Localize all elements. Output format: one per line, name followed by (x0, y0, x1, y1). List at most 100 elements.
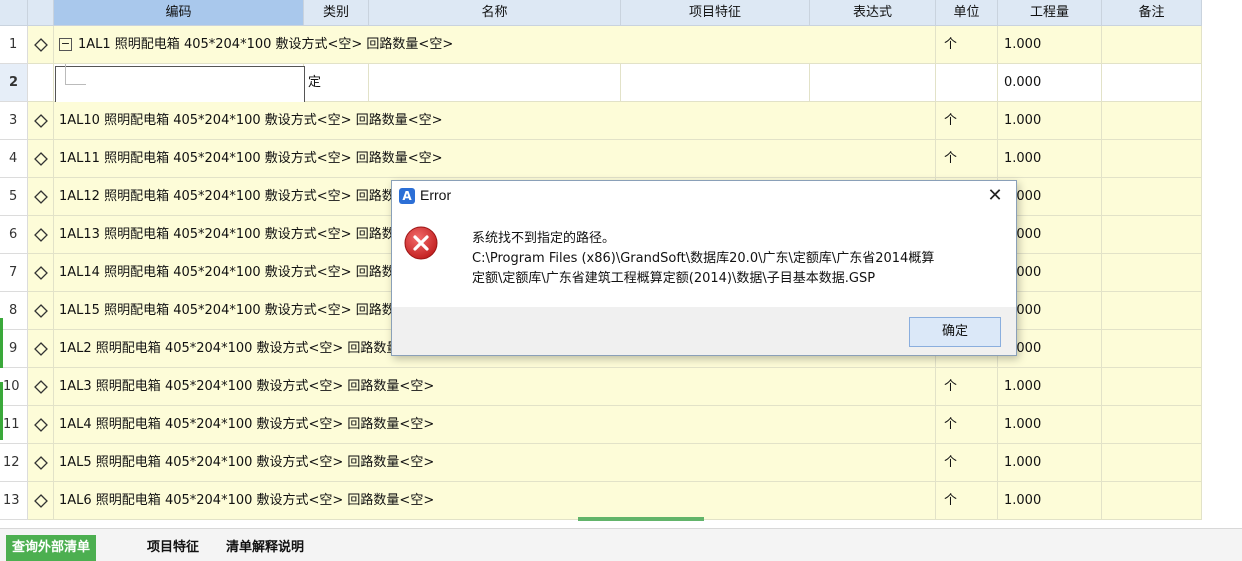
diamond-outline-icon (28, 26, 54, 64)
unit-cell[interactable] (936, 64, 998, 102)
row-number: 6 (0, 216, 28, 254)
note-cell[interactable] (1102, 368, 1202, 406)
row-indicator-bar (0, 318, 3, 368)
dialog-body: A Error ✕ 系统找不到指定的路径。 C:\Program Files (… (392, 181, 1016, 307)
row-number: 8 (0, 292, 28, 330)
diamond-outline-icon (28, 444, 54, 482)
header-feature[interactable]: 项目特征 (621, 0, 810, 26)
code-edit-input[interactable] (55, 66, 305, 103)
diamond-outline-icon (28, 140, 54, 178)
row-number: 5 (0, 178, 28, 216)
header-corner (0, 0, 28, 26)
row-text[interactable]: 1AL3 照明配电箱 405*204*100 敷设方式<空> 回路数量<空> (54, 368, 936, 406)
unit-cell[interactable]: 个 (936, 140, 998, 178)
note-cell[interactable] (1102, 444, 1202, 482)
expression-cell[interactable] (810, 64, 936, 102)
feature-cell[interactable] (621, 64, 810, 102)
tab-item-features[interactable]: 项目特征 (141, 535, 205, 561)
note-cell[interactable] (1102, 140, 1202, 178)
note-cell[interactable] (1102, 254, 1202, 292)
row-text[interactable]: 1AL5 照明配电箱 405*204*100 敷设方式<空> 回路数量<空> (54, 444, 936, 482)
row-summary[interactable]: −1AL1 照明配电箱 405*204*100 敷设方式<空> 回路数量<空> (54, 26, 936, 64)
diamond-outline-icon (28, 216, 54, 254)
marker-cell (28, 64, 54, 102)
table-row[interactable]: 11 1AL4 照明配电箱 405*204*100 敷设方式<空> 回路数量<空… (0, 406, 1202, 444)
close-icon[interactable]: ✕ (984, 185, 1006, 207)
row-text: 1AL1 照明配电箱 405*204*100 敷设方式<空> 回路数量<空> (78, 37, 454, 52)
note-cell[interactable] (1102, 26, 1202, 64)
tab-list-explanation[interactable]: 清单解释说明 (220, 535, 310, 561)
row-number: 10 (0, 368, 28, 406)
note-cell[interactable] (1102, 482, 1202, 520)
quantity-cell[interactable]: 1.000 (998, 368, 1102, 406)
tab-query-external-list[interactable]: 查询外部清单 (6, 535, 97, 561)
row-number: 2 (0, 64, 28, 102)
table-row[interactable]: 1 −1AL1 照明配电箱 405*204*100 敷设方式<空> 回路数量<空… (0, 26, 1202, 64)
table-row[interactable]: 13 1AL6 照明配电箱 405*204*100 敷设方式<空> 回路数量<空… (0, 482, 1202, 520)
quantity-cell[interactable]: 1.000 (998, 406, 1102, 444)
note-cell[interactable] (1102, 64, 1202, 102)
ok-button[interactable]: 确定 (909, 317, 1001, 347)
header-note[interactable]: 备注 (1102, 0, 1202, 26)
header-name[interactable]: 名称 (369, 0, 621, 26)
diamond-outline-icon (28, 482, 54, 520)
header-code[interactable]: 编码 (54, 0, 304, 26)
quantity-cell[interactable]: 1.000 (998, 482, 1102, 520)
message-line: C:\Program Files (x86)\GrandSoft\数据库20.0… (472, 251, 935, 266)
diamond-outline-icon (28, 254, 54, 292)
note-cell[interactable] (1102, 330, 1202, 368)
note-cell[interactable] (1102, 102, 1202, 140)
category-cell[interactable]: 定 (304, 64, 369, 102)
row-number: 3 (0, 102, 28, 140)
unit-cell[interactable]: 个 (936, 26, 998, 64)
name-cell[interactable] (369, 64, 621, 102)
row-text[interactable]: 1AL6 照明配电箱 405*204*100 敷设方式<空> 回路数量<空> (54, 482, 936, 520)
app-icon: A (399, 188, 415, 204)
minus-box-icon[interactable]: − (59, 38, 72, 51)
diamond-outline-icon (28, 178, 54, 216)
bottom-tab-bar: 查询外部清单 项目特征 清单解释说明 (0, 528, 1242, 561)
table-row[interactable]: 12 1AL5 照明配电箱 405*204*100 敷设方式<空> 回路数量<空… (0, 444, 1202, 482)
header-expression[interactable]: 表达式 (810, 0, 936, 26)
message-line: 定额\定额库\广东省建筑工程概算定额(2014)\数据\子目基本数据.GSP (472, 271, 876, 286)
table-row[interactable]: 4 1AL11 照明配电箱 405*204*100 敷设方式<空> 回路数量<空… (0, 140, 1202, 178)
note-cell[interactable] (1102, 406, 1202, 444)
row-number: 4 (0, 140, 28, 178)
unit-cell[interactable]: 个 (936, 444, 998, 482)
diamond-outline-icon (28, 292, 54, 330)
header-quantity[interactable]: 工程量 (998, 0, 1102, 26)
quantity-cell[interactable]: 1.000 (998, 444, 1102, 482)
row-number: 1 (0, 26, 28, 64)
unit-cell[interactable]: 个 (936, 368, 998, 406)
table-row[interactable]: 10 1AL3 照明配电箱 405*204*100 敷设方式<空> 回路数量<空… (0, 368, 1202, 406)
splitter-handle[interactable] (578, 517, 704, 521)
message-line: 系统找不到指定的路径。 (472, 231, 616, 246)
quantity-cell[interactable]: 1.000 (998, 26, 1102, 64)
header-unit[interactable]: 单位 (936, 0, 998, 26)
header-category[interactable]: 类别 (304, 0, 369, 26)
error-message: 系统找不到指定的路径。 C:\Program Files (x86)\Grand… (472, 229, 1012, 289)
tree-connector (65, 64, 86, 85)
note-cell[interactable] (1102, 216, 1202, 254)
quantity-cell[interactable]: 1.000 (998, 140, 1102, 178)
table-row[interactable]: 3 1AL10 照明配电箱 405*204*100 敷设方式<空> 回路数量<空… (0, 102, 1202, 140)
row-number: 9 (0, 330, 28, 368)
diamond-outline-icon (28, 330, 54, 368)
row-text[interactable]: 1AL10 照明配电箱 405*204*100 敷设方式<空> 回路数量<空> (54, 102, 936, 140)
row-text[interactable]: 1AL11 照明配电箱 405*204*100 敷设方式<空> 回路数量<空> (54, 140, 936, 178)
unit-cell[interactable]: 个 (936, 102, 998, 140)
row-indicator-bar (0, 382, 3, 440)
quantity-cell[interactable]: 1.000 (998, 102, 1102, 140)
error-x-icon (404, 226, 438, 264)
quantity-cell[interactable]: 0.000 (998, 64, 1102, 102)
diamond-outline-icon (28, 368, 54, 406)
unit-cell[interactable]: 个 (936, 482, 998, 520)
diamond-outline-icon (28, 102, 54, 140)
row-number: 12 (0, 444, 28, 482)
note-cell[interactable] (1102, 178, 1202, 216)
note-cell[interactable] (1102, 292, 1202, 330)
row-text[interactable]: 1AL4 照明配电箱 405*204*100 敷设方式<空> 回路数量<空> (54, 406, 936, 444)
unit-cell[interactable]: 个 (936, 406, 998, 444)
row-number: 13 (0, 482, 28, 520)
row-number: 7 (0, 254, 28, 292)
